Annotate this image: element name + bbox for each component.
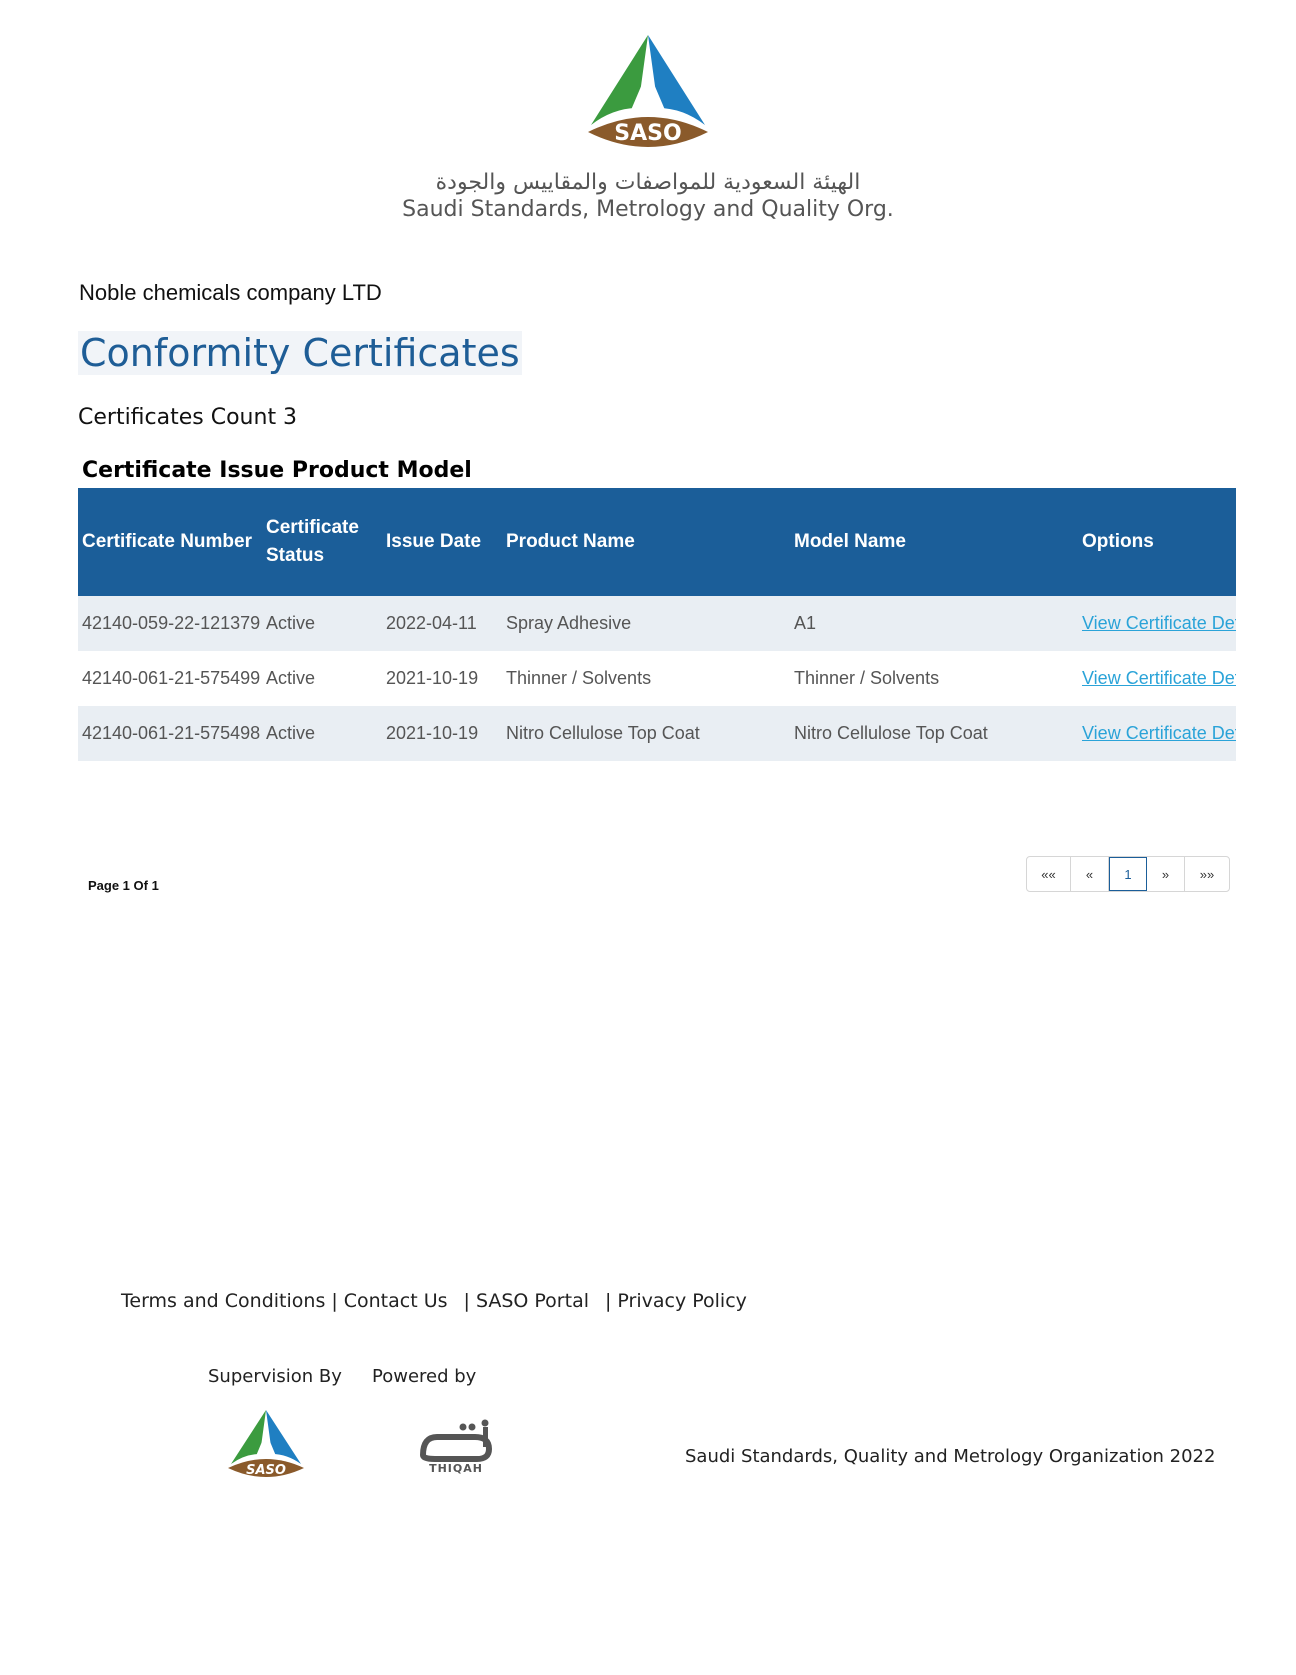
current-page-button[interactable]: 1: [1109, 857, 1147, 891]
certificates-table: Certificate Number Certificate Status Is…: [78, 488, 1236, 761]
thiqah-text: THIQAH: [429, 1462, 483, 1475]
cell-model-name: A1: [794, 613, 817, 633]
page-title: Conformity Certificates: [78, 331, 522, 375]
cell-issue-date: 2022-04-11: [386, 613, 477, 633]
table-row: 42140-061-21-575499 Active 2021-10-19 Th…: [78, 651, 1236, 706]
header-product-name[interactable]: Product Name: [502, 488, 790, 596]
terms-link[interactable]: Terms and Conditions: [121, 1290, 325, 1312]
table-caption: Certificate Issue Product Model: [82, 458, 472, 483]
last-page-button[interactable]: »»: [1185, 857, 1229, 891]
saso-portal-link[interactable]: SASO Portal: [476, 1290, 589, 1312]
table-row: 42140-061-21-575498 Active 2021-10-19 Ni…: [78, 706, 1236, 761]
cell-issue-date: 2021-10-19: [386, 668, 479, 688]
contact-link[interactable]: Contact Us: [344, 1290, 448, 1312]
thiqah-logo: THIQAH: [419, 1419, 493, 1475]
cell-product-name: Thinner / Solvents: [506, 668, 652, 688]
table-row: 42140-059-22-121379 Active 2022-04-11 Sp…: [78, 596, 1236, 651]
cell-issue-date: 2021-10-19: [386, 723, 479, 743]
header-certificate-status[interactable]: Certificate Status: [262, 488, 382, 596]
header-options: Options: [1082, 531, 1154, 552]
small-logo-text: SASO: [246, 1463, 286, 1478]
cell-product-name: Spray Adhesive: [506, 613, 632, 633]
certificates-count: Certificates Count 3: [78, 405, 298, 430]
cell-options: View Certificate Details: [1078, 706, 1236, 761]
table-header-row: Certificate Number Certificate Status Is…: [78, 488, 1236, 596]
header-certificate-number[interactable]: Certificate Number: [78, 488, 262, 596]
prev-page-button[interactable]: «: [1071, 857, 1109, 891]
cell-options: View Certificate Details: [1078, 596, 1236, 651]
org-name-english: Saudi Standards, Metrology and Quality O…: [402, 197, 894, 222]
cell-model-name: Nitro Cellulose Top Coat: [794, 723, 988, 743]
company-name: Noble chemicals company LTD: [79, 280, 382, 305]
cell-model-name: Thinner / Solvents: [794, 668, 940, 688]
powered-label: Powered by: [372, 1366, 477, 1387]
page: SASO الهيئة السعودية للمواصفات والمقاييس…: [0, 0, 1296, 1675]
cell-status: Active: [266, 668, 316, 688]
footer-separator: |: [605, 1290, 612, 1312]
cell-certificate-number: 42140-061-21-575499: [82, 668, 261, 688]
cell-certificate-number: 42140-059-22-121379: [82, 613, 261, 633]
privacy-link[interactable]: Privacy Policy: [617, 1290, 746, 1312]
view-certificate-link[interactable]: View Certificate Details: [1082, 723, 1236, 743]
cell-options: View Certificate Details: [1078, 651, 1236, 706]
cell-certificate-number: 42140-061-21-575498: [82, 723, 261, 743]
cell-status: Active: [266, 613, 316, 633]
pagination: «« « 1 » »»: [1026, 856, 1230, 892]
header-issue-date[interactable]: Issue Date: [382, 488, 502, 596]
saso-logo: SASO: [588, 35, 708, 147]
footer-separator: |: [463, 1290, 470, 1312]
view-certificate-link[interactable]: View Certificate Details: [1082, 668, 1236, 688]
header-model-name[interactable]: Model Name: [790, 488, 1078, 596]
cell-product-name: Nitro Cellulose Top Coat: [506, 723, 700, 743]
logo-text: SASO: [614, 121, 681, 146]
supervision-label: Supervision By: [208, 1366, 342, 1387]
next-page-button[interactable]: »: [1147, 857, 1185, 891]
footer-separator: |: [331, 1290, 338, 1312]
footer-links: Terms and Conditions | Contact Us | SASO…: [121, 1290, 747, 1312]
cell-status: Active: [266, 723, 316, 743]
view-certificate-link[interactable]: View Certificate Details: [1082, 613, 1236, 633]
org-name-arabic: الهيئة السعودية للمواصفات والمقاييس والج…: [435, 170, 861, 195]
header-logo-block: SASO الهيئة السعودية للمواصفات والمقاييس…: [0, 30, 1296, 222]
page-info: Page 1 Of 1: [88, 878, 159, 893]
copyright-text: Saudi Standards, Quality and Metrology O…: [685, 1446, 1216, 1467]
saso-small-logo: SASO: [228, 1410, 304, 1478]
first-page-button[interactable]: ««: [1027, 857, 1071, 891]
